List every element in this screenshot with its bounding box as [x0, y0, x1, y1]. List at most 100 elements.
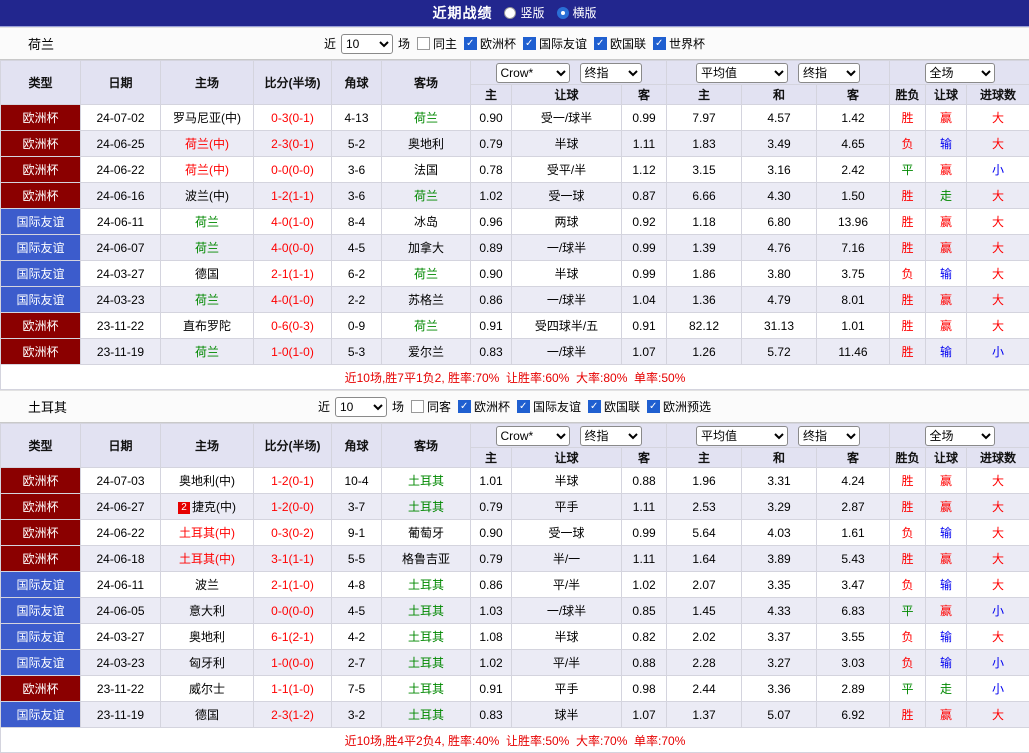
avg-home: 2.02	[667, 624, 742, 650]
home-team[interactable]: 奥地利(中)	[161, 468, 254, 494]
home-team[interactable]: 2捷克(中)	[161, 494, 254, 520]
home-team[interactable]: 荷兰	[161, 287, 254, 313]
scope-select[interactable]: 全场	[925, 426, 995, 446]
score: 1-0(0-0)	[254, 650, 332, 676]
away-team[interactable]: 格鲁吉亚	[382, 546, 471, 572]
match-row: 欧洲杯23-11-19荷兰1-0(1-0)5-3爱尔兰0.83一/球半1.071…	[1, 339, 1029, 365]
checkbox-icon[interactable]	[411, 400, 424, 413]
away-team[interactable]: 土耳其	[382, 598, 471, 624]
checkbox-icon[interactable]	[647, 400, 660, 413]
checkbox-icon[interactable]	[517, 400, 530, 413]
competition-filter-1[interactable]: 国际友谊	[517, 398, 581, 415]
home-team[interactable]: 波兰	[161, 572, 254, 598]
away-team[interactable]: 荷兰	[382, 105, 471, 131]
away-team[interactable]: 荷兰	[382, 261, 471, 287]
avg-type-select[interactable]: 平均值	[696, 426, 788, 446]
avg-draw: 3.29	[742, 494, 817, 520]
away-team[interactable]: 土耳其	[382, 468, 471, 494]
subheader-odds-away: 客	[622, 448, 667, 468]
avg-home: 2.28	[667, 650, 742, 676]
handicap: 半/一	[512, 546, 622, 572]
avg-draw: 3.31	[742, 468, 817, 494]
home-team[interactable]: 奥地利	[161, 624, 254, 650]
away-team[interactable]: 土耳其	[382, 650, 471, 676]
away-team[interactable]: 荷兰	[382, 183, 471, 209]
home-team[interactable]: 荷兰	[161, 235, 254, 261]
result-goals: 大	[967, 572, 1029, 598]
home-team[interactable]: 荷兰(中)	[161, 157, 254, 183]
away-team[interactable]: 土耳其	[382, 676, 471, 702]
home-team[interactable]: 匈牙利	[161, 650, 254, 676]
scope-select[interactable]: 全场	[925, 63, 995, 83]
result-handicap: 赢	[926, 157, 967, 183]
competition-filter-2[interactable]: 欧国联	[588, 398, 640, 415]
handicap: 两球	[512, 209, 622, 235]
games-label: 场	[392, 398, 404, 415]
competition-filter-3[interactable]: 世界杯	[653, 35, 705, 52]
competition-filter-2-label: 欧国联	[610, 35, 646, 52]
column-header-corners: 角球	[332, 61, 382, 105]
corners: 3-6	[332, 157, 382, 183]
avg-stage-select[interactable]: 终指	[798, 63, 860, 83]
away-team[interactable]: 荷兰	[382, 313, 471, 339]
avg-away: 3.75	[817, 261, 890, 287]
checkbox-icon[interactable]	[588, 400, 601, 413]
checkbox-icon[interactable]	[417, 37, 430, 50]
checkbox-icon[interactable]	[523, 37, 536, 50]
home-team[interactable]: 威尔士	[161, 676, 254, 702]
competition-filter-2[interactable]: 欧国联	[594, 35, 646, 52]
checkbox-icon[interactable]	[464, 37, 477, 50]
home-team[interactable]: 荷兰	[161, 339, 254, 365]
away-team[interactable]: 土耳其	[382, 624, 471, 650]
venue-filter[interactable]: 同主	[417, 35, 457, 52]
away-team[interactable]: 奥地利	[382, 131, 471, 157]
home-team[interactable]: 意大利	[161, 598, 254, 624]
avg-type-select[interactable]: 平均值	[696, 63, 788, 83]
competition-badge: 欧洲杯	[1, 468, 81, 494]
home-team[interactable]: 波兰(中)	[161, 183, 254, 209]
away-team[interactable]: 苏格兰	[382, 287, 471, 313]
checkbox-icon[interactable]	[653, 37, 666, 50]
odds-away: 1.07	[622, 339, 667, 365]
view-option-vertical[interactable]: 竖版	[504, 4, 544, 21]
result-goals: 大	[967, 494, 1029, 520]
home-team[interactable]: 直布罗陀	[161, 313, 254, 339]
competition-filter-0[interactable]: 欧洲杯	[464, 35, 516, 52]
radio-icon[interactable]	[557, 7, 569, 19]
view-option-horizontal[interactable]: 横版	[557, 4, 597, 21]
away-team[interactable]: 土耳其	[382, 702, 471, 728]
avg-stage-select[interactable]: 终指	[798, 426, 860, 446]
competition-filter-1[interactable]: 国际友谊	[523, 35, 587, 52]
odds-away: 1.11	[622, 494, 667, 520]
home-team[interactable]: 荷兰	[161, 209, 254, 235]
home-team[interactable]: 土耳其(中)	[161, 546, 254, 572]
away-team[interactable]: 冰岛	[382, 209, 471, 235]
result-outcome: 胜	[890, 287, 926, 313]
odds-stage-select[interactable]: 终指	[580, 63, 642, 83]
away-team[interactable]: 法国	[382, 157, 471, 183]
away-team[interactable]: 加拿大	[382, 235, 471, 261]
home-team[interactable]: 德国	[161, 702, 254, 728]
away-team[interactable]: 土耳其	[382, 494, 471, 520]
odds-stage-select[interactable]: 终指	[580, 426, 642, 446]
recent-count-select[interactable]: 10	[341, 34, 393, 54]
checkbox-icon[interactable]	[458, 400, 471, 413]
odds-source-select[interactable]: Crow*	[496, 426, 570, 446]
away-team[interactable]: 葡萄牙	[382, 520, 471, 546]
venue-filter[interactable]: 同客	[411, 398, 451, 415]
home-team[interactable]: 德国	[161, 261, 254, 287]
odds-away: 0.99	[622, 520, 667, 546]
competition-filter-0[interactable]: 欧洲杯	[458, 398, 510, 415]
odds-source-select[interactable]: Crow*	[496, 63, 570, 83]
recent-count-select[interactable]: 10	[335, 397, 387, 417]
home-team[interactable]: 土耳其(中)	[161, 520, 254, 546]
competition-filter-3[interactable]: 欧洲预选	[647, 398, 711, 415]
home-team[interactable]: 荷兰(中)	[161, 131, 254, 157]
radio-icon[interactable]	[504, 7, 516, 19]
handicap: 平/半	[512, 572, 622, 598]
odds-away: 0.98	[622, 676, 667, 702]
checkbox-icon[interactable]	[594, 37, 607, 50]
home-team[interactable]: 罗马尼亚(中)	[161, 105, 254, 131]
away-team[interactable]: 土耳其	[382, 572, 471, 598]
away-team[interactable]: 爱尔兰	[382, 339, 471, 365]
